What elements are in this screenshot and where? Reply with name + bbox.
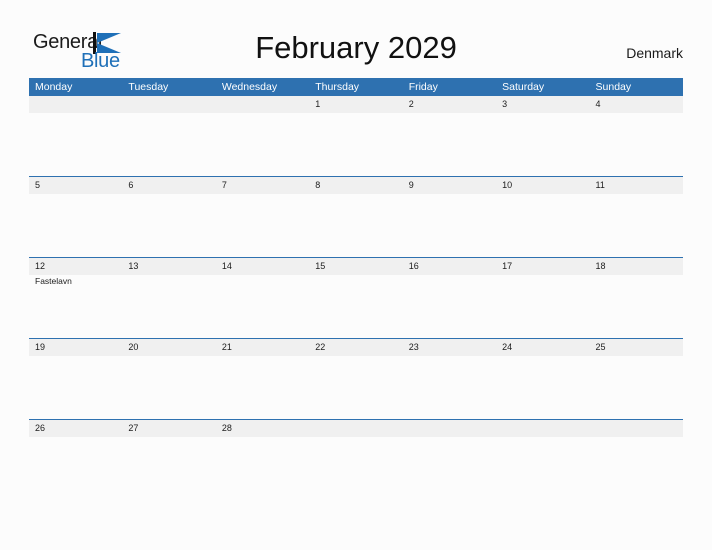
day-number[interactable]: 23 [403, 339, 496, 356]
calendar-page: General Blue February 2029 Denmark Monda… [0, 0, 712, 550]
week-date-band: 12 13 14 15 16 17 18 [29, 258, 683, 275]
day-cell[interactable] [309, 113, 402, 176]
week-date-band: 1 2 3 4 [29, 96, 683, 113]
calendar-week-row: 1 2 3 4 [29, 96, 683, 176]
day-number[interactable] [216, 96, 309, 113]
day-cell[interactable] [403, 275, 496, 338]
day-cell[interactable] [590, 356, 683, 419]
week-event-band [29, 113, 683, 176]
day-cell[interactable] [29, 356, 122, 419]
day-cell[interactable] [496, 113, 589, 176]
day-cell[interactable] [122, 275, 215, 338]
weekday-wednesday: Wednesday [221, 81, 278, 93]
day-cell[interactable] [29, 194, 122, 257]
day-cell[interactable] [216, 275, 309, 338]
day-cell[interactable] [496, 356, 589, 419]
weekday-monday: Monday [35, 81, 73, 93]
day-cell[interactable]: Fastelavn [29, 275, 122, 338]
day-event-label: Fastelavn [35, 276, 72, 286]
day-cell[interactable] [29, 113, 122, 176]
day-number[interactable]: 1 [309, 96, 402, 113]
day-number[interactable]: 14 [216, 258, 309, 275]
day-cell[interactable] [309, 275, 402, 338]
day-cell[interactable] [403, 113, 496, 176]
day-number[interactable]: 18 [590, 258, 683, 275]
week-date-band: 5 6 7 8 9 10 11 [29, 177, 683, 194]
day-cell[interactable] [216, 113, 309, 176]
day-cell[interactable] [496, 194, 589, 257]
day-cell[interactable] [216, 194, 309, 257]
day-number[interactable]: 25 [590, 339, 683, 356]
day-number[interactable]: 27 [122, 420, 215, 437]
day-number[interactable]: 5 [29, 177, 122, 194]
day-number[interactable]: 13 [122, 258, 215, 275]
calendar-table: Monday Tuesday Wednesday Thursday Friday… [29, 78, 683, 437]
day-cell[interactable] [403, 356, 496, 419]
week-event-band: Fastelavn [29, 275, 683, 338]
day-number[interactable]: 19 [29, 339, 122, 356]
day-number[interactable] [496, 420, 589, 437]
day-number[interactable]: 3 [496, 96, 589, 113]
day-number[interactable]: 28 [216, 420, 309, 437]
day-number[interactable]: 6 [122, 177, 215, 194]
weekday-sunday: Sunday [595, 81, 632, 93]
calendar-week-row: 26 27 28 [29, 419, 683, 437]
day-number[interactable] [309, 420, 402, 437]
day-cell[interactable] [122, 194, 215, 257]
weekday-saturday: Saturday [502, 81, 545, 93]
day-number[interactable]: 16 [403, 258, 496, 275]
day-cell[interactable] [590, 275, 683, 338]
country-label: Denmark [626, 45, 683, 61]
day-number[interactable]: 15 [309, 258, 402, 275]
calendar-week-row: 12 13 14 15 16 17 18 Fastelavn [29, 257, 683, 338]
day-number[interactable]: 4 [590, 96, 683, 113]
day-number[interactable]: 9 [403, 177, 496, 194]
week-event-band [29, 356, 683, 419]
day-number[interactable]: 10 [496, 177, 589, 194]
week-date-band: 26 27 28 [29, 420, 683, 437]
day-number[interactable]: 22 [309, 339, 402, 356]
day-cell[interactable] [590, 113, 683, 176]
day-number[interactable]: 17 [496, 258, 589, 275]
day-number[interactable]: 24 [496, 339, 589, 356]
page-header: General Blue February 2029 Denmark [0, 0, 712, 78]
day-cell[interactable] [590, 194, 683, 257]
weekday-thursday: Thursday [315, 81, 360, 93]
day-cell[interactable] [122, 113, 215, 176]
day-number[interactable]: 7 [216, 177, 309, 194]
day-cell[interactable] [403, 194, 496, 257]
day-number[interactable]: 21 [216, 339, 309, 356]
calendar-week-row: 19 20 21 22 23 24 25 [29, 338, 683, 419]
day-number[interactable] [29, 96, 122, 113]
calendar-weekday-header: Monday Tuesday Wednesday Thursday Friday… [29, 78, 683, 96]
day-cell[interactable] [496, 275, 589, 338]
weekday-tuesday: Tuesday [128, 81, 169, 93]
day-cell[interactable] [216, 356, 309, 419]
day-cell[interactable] [122, 356, 215, 419]
week-date-band: 19 20 21 22 23 24 25 [29, 339, 683, 356]
day-number[interactable] [590, 420, 683, 437]
day-number[interactable] [403, 420, 496, 437]
week-event-band [29, 194, 683, 257]
weekday-friday: Friday [408, 81, 438, 93]
day-cell[interactable] [309, 194, 402, 257]
day-number[interactable]: 2 [403, 96, 496, 113]
day-number[interactable]: 11 [590, 177, 683, 194]
day-number[interactable]: 26 [29, 420, 122, 437]
day-number[interactable]: 8 [309, 177, 402, 194]
calendar-week-row: 5 6 7 8 9 10 11 [29, 176, 683, 257]
day-number[interactable]: 20 [122, 339, 215, 356]
day-cell[interactable] [309, 356, 402, 419]
day-number[interactable]: 12 [29, 258, 122, 275]
day-number[interactable] [122, 96, 215, 113]
page-title: February 2029 [255, 30, 457, 65]
